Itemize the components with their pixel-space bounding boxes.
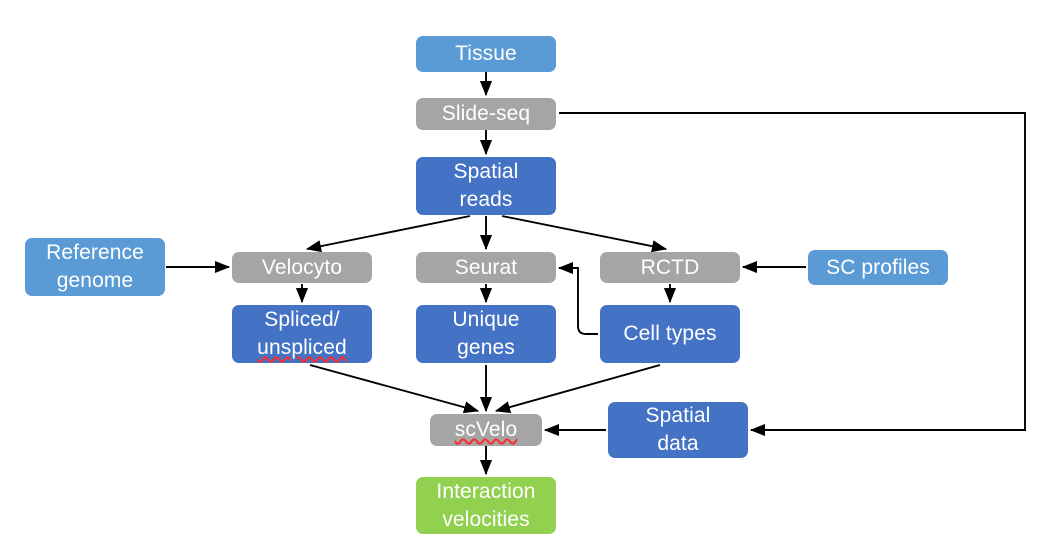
node-label-refgenome: Reference genome [46, 241, 144, 292]
edge-celltypes-to-seurat [557, 261, 598, 335]
node-label-interaction: Interaction velocities [436, 479, 536, 531]
node-label-seurat: Seurat [454, 255, 518, 279]
diagram-canvas: Tissue Slide-seq Spatial reads Reference ge… [0, 0, 1058, 551]
node-label-tissue: Tissue [455, 42, 517, 65]
node-tissue: Tissue [416, 36, 556, 72]
edge-spatialreads-to-rctd [501, 215, 668, 253]
node-celltypes: Cell types [600, 305, 740, 363]
node-spliced: Spliced/unspliced [232, 305, 372, 363]
node-label-velocyto: Velocyto [261, 255, 343, 279]
node-spatialdata: Spatial data [608, 402, 748, 458]
edge-spliced-to-scvelo [309, 364, 480, 414]
node-label-spliced: Spliced/unspliced [257, 308, 347, 359]
node-label-rctd: RCTD [640, 255, 700, 279]
node-velocyto: Velocyto [232, 252, 372, 283]
node-label-uniquegenes: Unique genes [452, 308, 520, 359]
spellcheck-underline: scVelo [454, 418, 518, 441]
node-uniquegenes: Unique genes [416, 305, 556, 363]
node-scprofiles: SC profiles [808, 250, 948, 285]
node-seurat: Seurat [416, 252, 556, 283]
node-slideseq: Slide-seq [416, 98, 556, 130]
node-refgenome: Reference genome [25, 238, 165, 296]
edge-spatialreads-to-velocyto [305, 215, 471, 253]
node-label-scvelo: scVelo [430, 416, 542, 444]
node-interaction: Interaction velocities [416, 477, 556, 534]
spellcheck-underline: unspliced [257, 336, 347, 359]
node-scvelo: scVelo [430, 414, 542, 446]
node-label-slideseq: Slide-seq [441, 102, 531, 125]
node-label-celltypes: Cell types [623, 322, 717, 345]
node-label-scprofiles: SC profiles [826, 255, 930, 279]
node-label-spatialdata: Spatial data [645, 404, 711, 455]
node-spatialreads: Spatial reads [416, 157, 556, 215]
node-rctd: RCTD [600, 252, 740, 283]
node-label-spatialreads: Spatial reads [453, 160, 519, 211]
